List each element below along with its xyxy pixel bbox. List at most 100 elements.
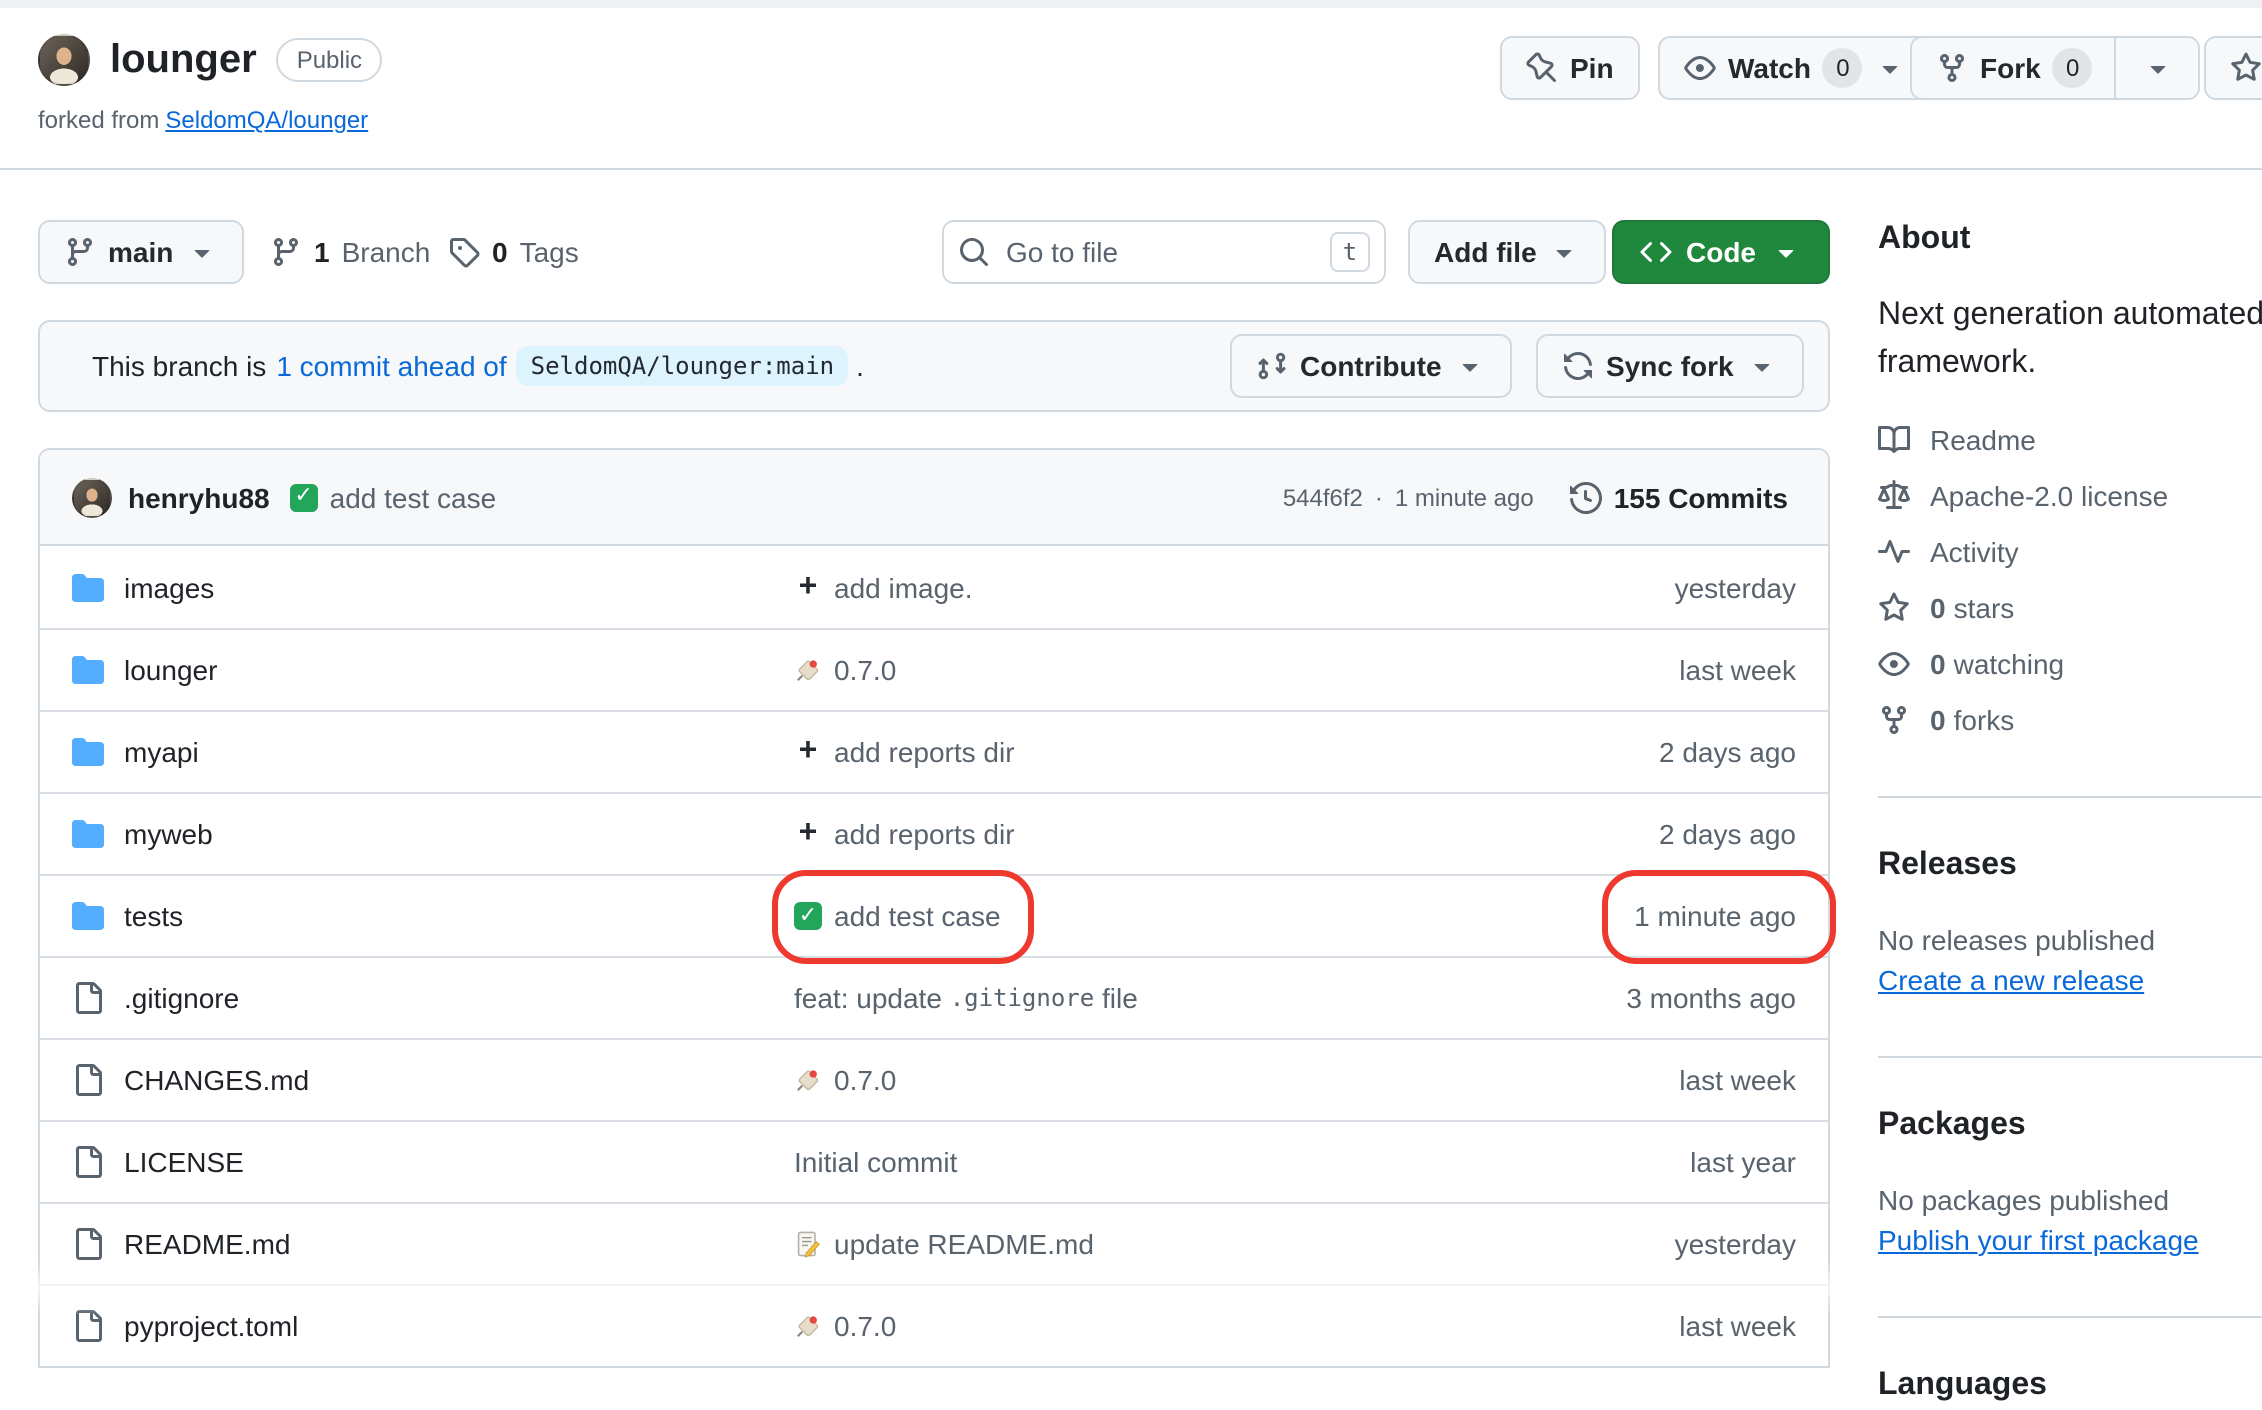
chevron-down-icon[interactable] [1875,52,1907,84]
file-name-text: LICENSE [124,1146,244,1178]
publish-package-link[interactable]: Publish your first package [1878,1222,2199,1260]
branch-status-prefix: This branch is [92,350,266,382]
go-to-file-input[interactable] [1002,234,1318,270]
contribute-button[interactable]: Contribute [1230,334,1512,398]
pushpin-emoji-icon [794,1066,822,1094]
folder-icon [72,818,104,850]
branch-selector-button[interactable]: main [38,220,243,284]
file-name-text: tests [124,900,183,932]
commit-sha-link[interactable]: 544f6f2 [1283,483,1363,511]
branches-link[interactable]: 1 Branch [270,220,430,284]
folder-icon [72,654,104,686]
sidebar-meta-item-apache-2-0-license[interactable]: Apache-2.0 license [1878,476,2262,516]
tags-label: Tags [520,236,579,268]
fork-button[interactable]: Fork 0 [1910,36,2201,100]
file-icon [72,1228,104,1260]
sidebar-meta-item-readme[interactable]: Readme [1878,420,2262,460]
commit-meta-separator: · [1375,483,1383,511]
meta-label: watching [1954,644,2065,684]
code-button[interactable]: Code [1612,220,1830,284]
file-row[interactable]: myapi+add reports dir2 days ago [40,710,1828,792]
commit-message-link[interactable]: Initial commit [794,1146,1496,1178]
repo-forked-icon [1936,52,1968,84]
upstream-ref-badge[interactable]: SeldomQA/lounger:main [517,346,848,386]
commit-message-link[interactable]: 0.7.0 [794,654,1496,686]
check-emoji-icon: ✓ [794,902,822,930]
upstream-repo-link[interactable]: SeldomQA/lounger [165,106,368,134]
commit-author-avatar[interactable] [72,477,112,517]
file-name-link[interactable]: images [72,571,794,603]
meta-label: forks [1954,700,2015,740]
commit-message-link[interactable]: update README.md [794,1228,1496,1260]
file-name-text: pyproject.toml [124,1310,298,1342]
file-name-text: lounger [124,654,217,686]
file-row[interactable]: README.mdupdate README.mdyesterday [40,1202,1828,1284]
file-name-link[interactable]: tests [72,900,794,932]
tag-icon [448,236,480,268]
file-name-link[interactable]: README.md [72,1228,794,1260]
file-row[interactable]: .gitignorefeat: update .gitignore file3 … [40,956,1828,1038]
languages-heading[interactable]: Languages [1878,1362,2262,1410]
star-icon [1878,592,1910,624]
pin-button-label: Pin [1570,52,1614,84]
tags-link[interactable]: 0 Tags [448,220,579,284]
commits-ahead-link[interactable]: 1 commit ahead of [276,350,506,382]
commit-history-link[interactable]: 155 Commits [1570,481,1788,513]
packages-heading[interactable]: Packages [1878,1102,2262,1150]
repo-name-link[interactable]: lounger [110,37,257,83]
file-name-link[interactable]: lounger [72,654,794,686]
commit-message-link[interactable]: ✓add test case [794,900,1496,932]
file-row[interactable]: myweb+add reports dir2 days ago [40,792,1828,874]
folder-icon [72,736,104,768]
file-row[interactable]: pyproject.toml0.7.0last week [40,1284,1828,1366]
commit-message-link[interactable]: feat: update .gitignore file [794,982,1496,1014]
sidebar-meta-item-stars[interactable]: 0stars [1878,588,2262,628]
repo-owner-avatar[interactable] [38,34,90,86]
watch-button[interactable]: Watch 0 [1658,36,1933,100]
branches-label: Branch [342,236,431,268]
file-row[interactable]: lounger0.7.0last week [40,628,1828,710]
commit-message-text: add test case [330,481,497,513]
sidebar-meta-item-activity[interactable]: Activity [1878,532,2262,572]
plus-icon: + [794,571,822,603]
file-row[interactable]: images+add image.yesterday [40,546,1828,628]
search-icon [958,236,990,268]
meta-count: 0 [1930,644,1946,684]
file-row[interactable]: LICENSEInitial commitlast year [40,1120,1828,1202]
file-age: 1 minute ago [1496,900,1796,932]
commit-message-link[interactable]: +add reports dir [794,818,1496,850]
plus-icon: + [794,818,822,850]
file-name-link[interactable]: myweb [72,818,794,850]
commit-message-text: add image. [834,571,973,603]
repo-description-line2: framework. [1878,340,2262,388]
file-name-link[interactable]: pyproject.toml [72,1310,794,1342]
file-name-link[interactable]: CHANGES.md [72,1064,794,1096]
file-name-link[interactable]: LICENSE [72,1146,794,1178]
commit-message-link[interactable]: + add image. [794,571,1496,603]
add-file-button[interactable]: Add file [1408,220,1607,284]
file-row[interactable]: CHANGES.md0.7.0last week [40,1038,1828,1120]
branch-status-banner: This branch is 1 commit ahead of SeldomQ… [38,320,1830,412]
file-row[interactable]: tests ✓add test case1 minute ago [40,874,1828,956]
fork-note: forked fromSeldomQA/lounger [38,106,368,134]
create-release-link[interactable]: Create a new release [1878,962,2144,1000]
file-name-link[interactable]: .gitignore [72,982,794,1014]
languages-section: Languages [1878,1316,2262,1410]
go-to-file-search[interactable]: t [942,220,1386,284]
repo-description: Next generation automated framework. [1878,292,2262,388]
commit-message-link[interactable]: +add reports dir [794,736,1496,768]
star-button[interactable] [2204,36,2262,100]
sidebar-meta-item-forks[interactable]: 0forks [1878,700,2262,740]
tags-count: 0 [492,236,508,268]
commit-message-link[interactable]: 0.7.0 [794,1310,1496,1342]
releases-heading[interactable]: Releases [1878,842,2262,890]
sidebar-meta-item-watching[interactable]: 0watching [1878,644,2262,684]
sync-fork-button[interactable]: Sync fork [1536,334,1804,398]
commit-message-link[interactable]: ✓ add test case [290,481,497,513]
chevron-down-icon[interactable] [2143,52,2175,84]
pin-button[interactable]: Pin [1500,36,1640,100]
commit-message-link[interactable]: 0.7.0 [794,1064,1496,1096]
visibility-badge: Public [277,38,382,82]
file-name-link[interactable]: myapi [72,736,794,768]
commit-author-link[interactable]: henryhu88 [128,481,270,513]
